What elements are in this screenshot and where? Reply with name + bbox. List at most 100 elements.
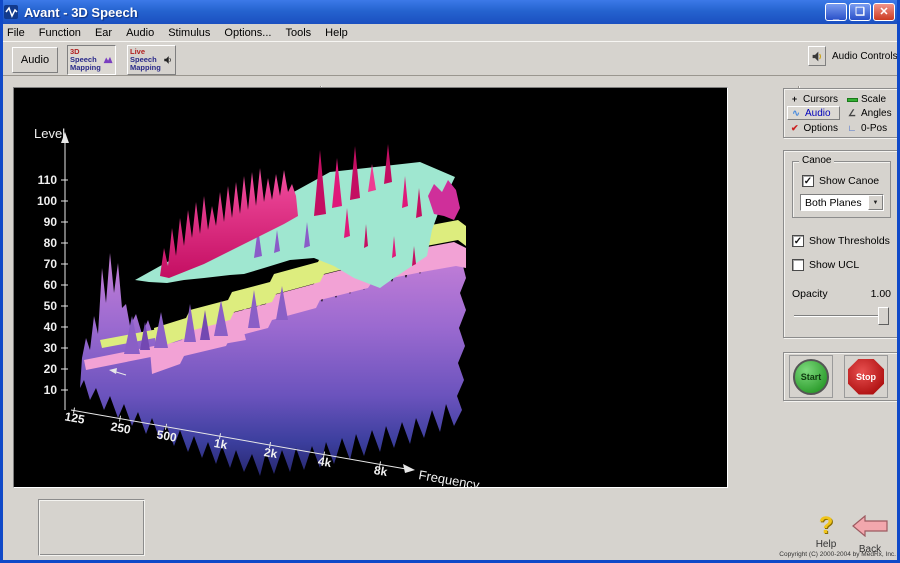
stop-label: Stop — [856, 372, 876, 382]
start-label: Start — [801, 372, 822, 382]
frequency-tick-label: 1k — [213, 436, 229, 452]
surface-plot-svg: 1101009080706050403020101252505001k2k4k8… — [14, 88, 727, 487]
canoe-groupbox: Canoe ✓ Show Canoe Both Planes ▼ — [792, 161, 891, 218]
menu-function[interactable]: Function — [32, 25, 88, 41]
level-tick-label: 60 — [44, 278, 58, 292]
menu-help[interactable]: Help — [318, 25, 355, 41]
planes-select-value: Both Planes — [801, 197, 868, 209]
close-icon: ✕ — [879, 7, 888, 18]
3d-mapping-icon — [103, 53, 113, 67]
show-canoe-checkbox[interactable]: ✓ — [802, 175, 814, 187]
speaker-icon — [811, 50, 824, 63]
minimize-icon: _ — [833, 10, 839, 21]
frequency-tick-label: 8k — [373, 463, 389, 479]
level-tick-label: 100 — [37, 194, 57, 208]
audio-controls[interactable]: Audio Controls — [808, 46, 898, 66]
audio-wave-icon: ∿ — [790, 108, 802, 118]
planes-select[interactable]: Both Planes ▼ — [800, 194, 884, 211]
frequency-axis-arrow — [403, 464, 415, 473]
menu-tools[interactable]: Tools — [278, 25, 318, 41]
show-thresholds-checkbox[interactable]: ✓ — [792, 235, 804, 247]
show-thresholds-row: ✓ Show Thresholds — [792, 235, 890, 247]
show-canoe-label: Show Canoe — [819, 175, 879, 187]
audio-view-button[interactable]: ∿ Audio — [787, 106, 840, 120]
back-control[interactable]: Back — [850, 515, 890, 555]
opacity-slider-track[interactable] — [794, 315, 889, 317]
cursors-label: Cursors — [803, 94, 838, 105]
frequency-tick-label: 2k — [263, 445, 279, 461]
frequency-axis-title: Frequency — [417, 467, 481, 487]
options-label: Options — [804, 123, 838, 134]
restore-button[interactable]: ❏ — [849, 3, 871, 21]
window-title: Avant - 3D Speech — [24, 5, 138, 20]
app-icon — [4, 4, 20, 20]
transport-panel: Start Stop — [783, 352, 898, 401]
close-button[interactable]: ✕ — [873, 3, 895, 21]
audio-controls-button[interactable] — [808, 46, 826, 66]
options-button[interactable]: ✔ Options — [787, 121, 840, 135]
live-mapping-speaker-icon — [163, 53, 173, 67]
show-ucl-row: Show UCL — [792, 259, 859, 271]
speech-map-3d-chart: 1101009080706050403020101252505001k2k4k8… — [13, 87, 728, 488]
frequency-tick-label: 250 — [110, 419, 132, 436]
dropdown-arrow-icon[interactable]: ▼ — [868, 195, 883, 210]
angles-icon: ∠ — [846, 108, 858, 118]
menu-file[interactable]: File — [0, 25, 32, 41]
menu-audio[interactable]: Audio — [119, 25, 161, 41]
frequency-tick-label: 4k — [317, 454, 333, 470]
help-control[interactable]: ? Help — [810, 515, 842, 550]
stop-button[interactable]: Stop — [844, 355, 888, 398]
level-tick-label: 70 — [44, 257, 58, 271]
level-tick-label: 20 — [44, 362, 58, 376]
copyright-text: Copyright (C) 2000-2004 by MedRx, Inc. — [779, 551, 896, 558]
title-bar: Avant - 3D Speech _ ❏ ✕ — [0, 0, 900, 24]
opacity-slider-thumb[interactable] — [878, 307, 889, 325]
audio-view-label: Audio — [805, 108, 831, 119]
app-window: Avant - 3D Speech _ ❏ ✕ File Function Ea… — [0, 0, 900, 563]
back-arrow-icon[interactable] — [852, 515, 888, 537]
show-ucl-label: Show UCL — [809, 259, 859, 271]
menu-options[interactable]: Options... — [217, 25, 278, 41]
angles-button[interactable]: ∠ Angles — [844, 106, 896, 120]
audio-toolbar-button[interactable]: Audio — [12, 47, 58, 73]
live-speech-mapping-button[interactable]: Live Speech Mapping — [127, 45, 176, 75]
help-label: Help — [810, 539, 842, 550]
restore-icon: ❏ — [855, 7, 865, 18]
scale-label: Scale — [861, 94, 886, 105]
frequency-tick-label: 500 — [156, 427, 178, 444]
scale-button[interactable]: Scale — [844, 92, 896, 106]
level-tick-label: 80 — [44, 236, 58, 250]
level-tick-label: 90 — [44, 215, 58, 229]
help-icon[interactable]: ? — [810, 515, 842, 537]
show-canoe-row: ✓ Show Canoe — [802, 175, 879, 187]
level-tick-label: 40 — [44, 320, 58, 334]
cursors-button[interactable]: + Cursors — [787, 92, 840, 106]
show-thresholds-label: Show Thresholds — [809, 235, 890, 247]
scale-icon — [846, 94, 858, 104]
angles-label: Angles — [861, 108, 892, 119]
level-tick-label: 110 — [38, 173, 58, 187]
canoe-groupbox-title: Canoe — [799, 155, 834, 166]
live-speech-mapping-label: Live Speech Mapping — [130, 48, 161, 72]
zero-pos-label: 0-Pos — [861, 123, 887, 134]
stop-octagon-icon: Stop — [848, 359, 884, 395]
menu-ear[interactable]: Ear — [88, 25, 119, 41]
frequency-tick-label: 125 — [64, 409, 86, 426]
level-tick-label: 30 — [44, 341, 58, 355]
menu-stimulus[interactable]: Stimulus — [161, 25, 217, 41]
level-tick-label: 10 — [44, 383, 58, 397]
menu-bar: File Function Ear Audio Stimulus Options… — [0, 24, 900, 41]
display-options-panel: Canoe ✓ Show Canoe Both Planes ▼ ✓ Show … — [783, 150, 898, 338]
options-check-icon: ✔ — [789, 123, 801, 133]
level-axis-title: Level — [34, 126, 65, 141]
audio-toolbar-label: Audio — [21, 54, 49, 66]
opacity-value: 1.00 — [861, 288, 891, 300]
start-button[interactable]: Start — [789, 355, 833, 398]
minimize-button[interactable]: _ — [825, 3, 847, 21]
view-buttons-panel: + Cursors Scale ∿ Audio ∠ Angles ✔ Optio… — [783, 88, 898, 138]
3d-speech-mapping-button[interactable]: 3D Speech Mapping — [67, 45, 116, 75]
3d-speech-mapping-label: 3D Speech Mapping — [70, 48, 101, 72]
show-ucl-checkbox[interactable] — [792, 259, 804, 271]
opacity-label: Opacity — [792, 288, 828, 300]
zero-pos-button[interactable]: ∟ 0-Pos — [844, 121, 896, 135]
